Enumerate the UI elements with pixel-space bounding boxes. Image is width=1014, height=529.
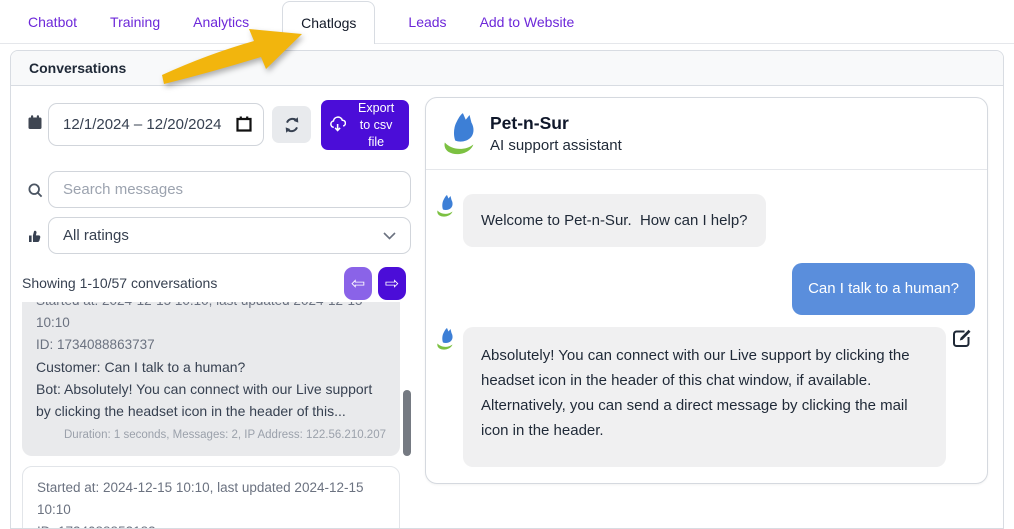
calendar-icon (27, 114, 43, 131)
user-message-row: Can I talk to a human? (436, 263, 975, 315)
arrow-left-icon: ⇦ (351, 274, 365, 294)
conversation-started-line: Started at: 2024-12-15 10:10, last updat… (36, 302, 386, 334)
refresh-icon (282, 115, 302, 135)
ratings-selected-value: All ratings (63, 227, 129, 244)
tab-chatbot[interactable]: Chatbot (28, 1, 77, 43)
export-csv-button[interactable]: Export to csv file (321, 100, 409, 150)
conversation-list-item[interactable]: Started at: 2024-12-15 10:10, last updat… (22, 466, 400, 528)
conversations-panel: Conversations (10, 50, 1004, 529)
tab-leads[interactable]: Leads (408, 1, 446, 43)
chat-title: Pet-n-Sur (490, 113, 622, 134)
chat-header: Pet-n-Sur AI support assistant (426, 98, 987, 170)
tab-chatlogs[interactable]: Chatlogs (282, 1, 375, 44)
bot-avatar-icon (436, 327, 456, 351)
arrow-right-icon: ⇨ (385, 274, 399, 294)
conversation-id: ID: 1734088863737 (36, 334, 386, 356)
panel-title: Conversations (29, 60, 126, 76)
prev-page-button[interactable]: ⇦ (344, 267, 372, 300)
calendar-picker-icon[interactable] (234, 114, 254, 134)
search-input[interactable] (48, 171, 411, 208)
bot-message-bubble: Absolutely! You can connect with our Liv… (463, 327, 946, 467)
top-tabbar: Chatbot Training Analytics Chatlogs Lead… (0, 0, 1014, 44)
tab-add-to-website[interactable]: Add to Website (480, 1, 575, 43)
panel-body: Export to csv file All ratings Showing 1… (11, 86, 1003, 528)
refresh-button[interactable] (272, 106, 311, 143)
bot-avatar-icon (436, 194, 456, 218)
conversation-started-line: Started at: 2024-12-15 10:10, last updat… (37, 477, 385, 521)
petnsur-logo-icon (442, 111, 480, 157)
chat-subtitle: AI support assistant (490, 137, 622, 154)
bot-message-row: Welcome to Pet-n-Sur. How can I help? (436, 194, 975, 247)
conversation-list: Started at: 2024-12-15 10:10, last updat… (22, 302, 400, 528)
cloud-download-icon (329, 116, 346, 134)
bot-message-row: Absolutely! You can connect with our Liv… (436, 327, 975, 467)
showing-count-text: Showing 1-10/57 conversations (22, 275, 217, 291)
date-range-input[interactable] (48, 103, 264, 146)
chevron-down-icon (383, 232, 396, 240)
chat-preview-card: Pet-n-Sur AI support assistant Welcome t… (425, 97, 988, 484)
chat-body: Welcome to Pet-n-Sur. How can I help? Ca… (426, 170, 987, 467)
edit-message-button[interactable] (950, 327, 973, 353)
search-icon (27, 182, 44, 199)
tab-analytics[interactable]: Analytics (193, 1, 249, 43)
conversation-bot-line: Bot: Absolutely! You can connect with ou… (36, 378, 386, 422)
user-message-bubble: Can I talk to a human? (792, 263, 975, 315)
thumbs-up-icon (27, 228, 42, 244)
conversation-id: ID: 1734088852183 (37, 521, 385, 528)
date-range-wrap (48, 103, 264, 146)
conversation-meta: Duration: 1 seconds, Messages: 2, IP Add… (36, 424, 386, 446)
bot-message-bubble: Welcome to Pet-n-Sur. How can I help? (463, 194, 766, 247)
conversation-list-item[interactable]: Started at: 2024-12-15 10:10, last updat… (22, 302, 400, 456)
panel-header: Conversations (11, 51, 1003, 86)
export-csv-label: Export to csv file (351, 100, 401, 151)
tab-training[interactable]: Training (110, 1, 160, 43)
conversation-customer-line: Customer: Can I talk to a human? (36, 356, 386, 378)
next-page-button[interactable]: ⇨ (378, 267, 406, 300)
edit-icon (950, 327, 973, 350)
ratings-select[interactable]: All ratings (48, 217, 411, 254)
list-scrollbar[interactable] (403, 390, 411, 456)
